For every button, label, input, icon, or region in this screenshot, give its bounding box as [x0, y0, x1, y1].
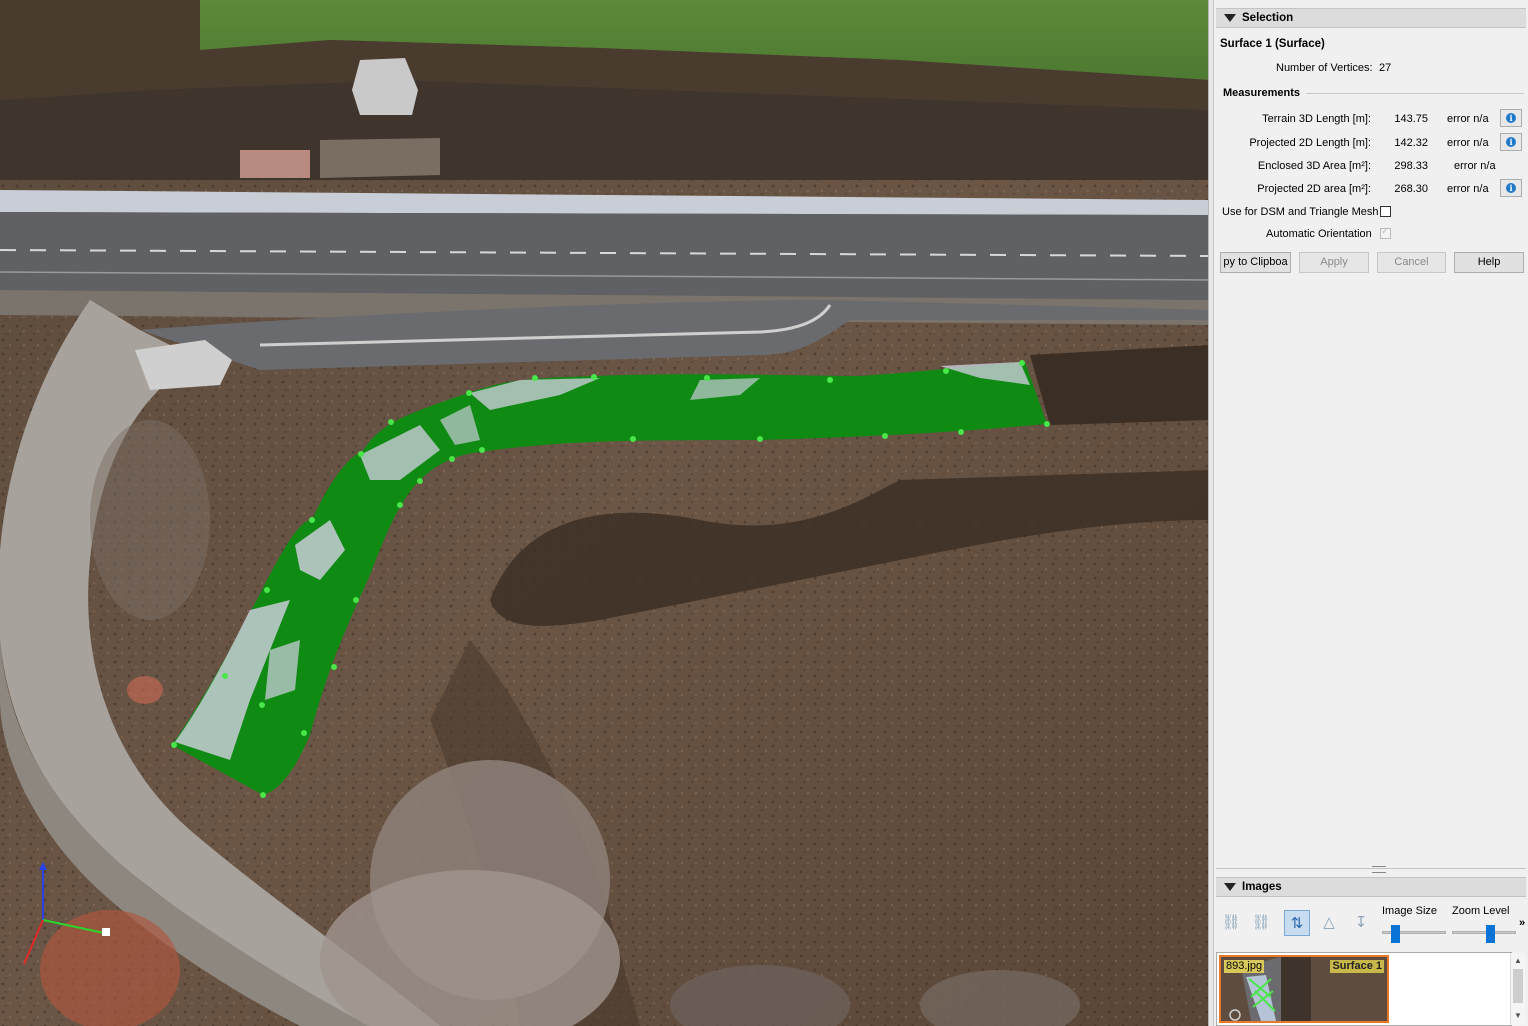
image-thumbnail-list[interactable]: 893.jpg Surface 1 — [1216, 952, 1512, 1026]
zoom-level-slider-track[interactable] — [1452, 931, 1516, 934]
image-thumbnail[interactable]: 893.jpg Surface 1 — [1219, 955, 1389, 1023]
info-button[interactable]: i — [1500, 133, 1522, 151]
info-button[interactable]: i — [1500, 179, 1522, 197]
thumbnail-surface-tag: Surface 1 — [1330, 960, 1384, 973]
measurement-label: Projected 2D Length [m]: — [1249, 137, 1371, 149]
scene-render — [0, 0, 1210, 1026]
sort-angle-icon[interactable]: △ — [1316, 910, 1342, 936]
info-button[interactable]: i — [1500, 109, 1522, 127]
use-for-dsm-checkbox[interactable] — [1380, 206, 1391, 217]
zoom-level-slider-thumb[interactable] — [1486, 925, 1495, 943]
measurements-header: Measurements — [1223, 87, 1301, 99]
apply-button[interactable]: Apply — [1299, 252, 1369, 273]
scroll-down-arrow-icon[interactable]: ▼ — [1514, 1011, 1522, 1020]
more-options-icon[interactable]: » — [1519, 917, 1525, 929]
scroll-up-arrow-icon[interactable]: ▲ — [1514, 956, 1522, 965]
measurement-label: Projected 2D area [m²]: — [1257, 183, 1371, 195]
auto-orientation-label: Automatic Orientation — [1266, 228, 1372, 240]
measurement-error: error n/a — [1447, 137, 1489, 149]
collapse-triangle-icon — [1224, 883, 1236, 891]
section-splitter-line — [1216, 868, 1526, 869]
info-icon: i — [1506, 113, 1516, 123]
copy-to-clipboard-button[interactable]: py to Clipboa — [1220, 252, 1291, 273]
sort-order-icon[interactable]: ⇅ — [1284, 910, 1310, 936]
measurements-divider — [1306, 93, 1524, 94]
scrollbar-thumb[interactable] — [1513, 969, 1523, 1003]
measurement-error: error n/a — [1447, 113, 1489, 125]
images-header-label: Images — [1242, 881, 1282, 893]
cancel-button[interactable]: Cancel — [1377, 252, 1446, 273]
selection-title: Surface 1 (Surface) — [1220, 38, 1325, 50]
selection-section-header[interactable]: Selection — [1216, 8, 1526, 28]
help-button[interactable]: Help — [1454, 252, 1524, 273]
use-for-dsm-label: Use for DSM and Triangle Mesh — [1222, 206, 1379, 218]
collapse-triangle-icon — [1224, 14, 1236, 22]
measurement-label: Enclosed 3D Area [m²]: — [1257, 160, 1371, 172]
3d-viewport[interactable] — [0, 0, 1210, 1026]
images-section-header[interactable]: Images — [1216, 877, 1526, 897]
vertices-value: 27 — [1379, 62, 1392, 74]
measurement-error: error n/a — [1447, 183, 1489, 195]
measurement-value: 298.33 — [1394, 160, 1428, 172]
link-icon[interactable]: ⛓ — [1218, 910, 1244, 936]
unlink-icon[interactable]: ⛓ — [1248, 910, 1274, 936]
measurement-value: 143.75 — [1394, 113, 1428, 125]
measurement-value: 142.32 — [1394, 137, 1428, 149]
image-size-label: Image Size — [1382, 905, 1438, 917]
splitter-grip-icon[interactable] — [1372, 866, 1386, 873]
selection-header-label: Selection — [1242, 12, 1294, 24]
info-icon: i — [1506, 183, 1516, 193]
properties-panel: Selection Surface 1 (Surface) Number of … — [1214, 0, 1528, 1026]
sort-alpha-icon[interactable]: ↧ — [1348, 910, 1374, 936]
auto-orientation-checkbox[interactable] — [1380, 226, 1391, 239]
image-size-slider-thumb[interactable] — [1391, 925, 1400, 943]
measurement-error: error n/a — [1454, 160, 1496, 172]
measurement-label: Terrain 3D Length [m]: — [1262, 113, 1371, 125]
measurement-value: 268.30 — [1394, 183, 1428, 195]
zoom-level-label: Zoom Level — [1452, 905, 1510, 917]
thumbnail-scrollbar[interactable]: ▲ ▼ — [1510, 953, 1525, 1025]
info-icon: i — [1506, 137, 1516, 147]
vertices-label: Number of Vertices: — [1276, 62, 1373, 74]
thumbnail-filename: 893.jpg — [1224, 960, 1265, 973]
